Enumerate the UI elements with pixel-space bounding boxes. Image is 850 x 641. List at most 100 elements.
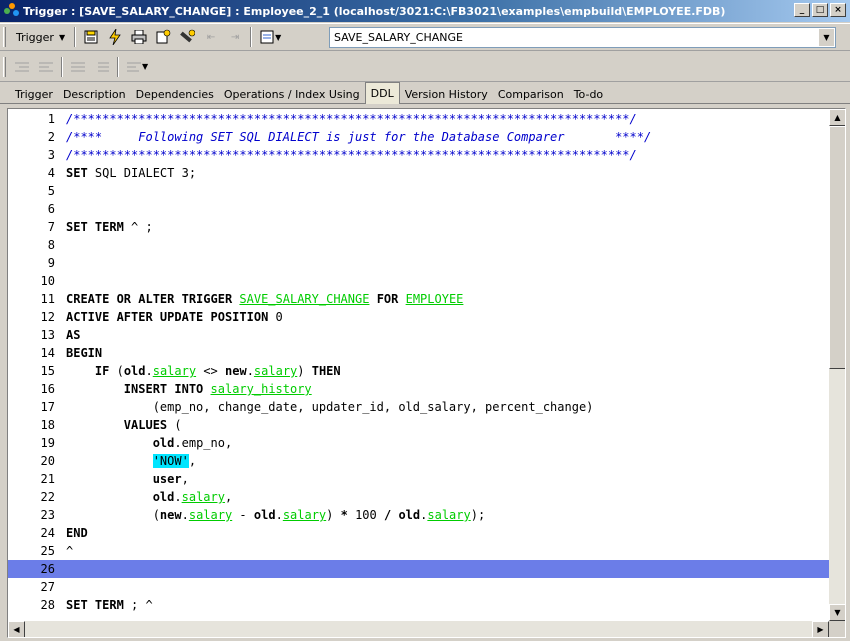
horizontal-scrollbar[interactable]: ◀ ▶: [8, 621, 829, 637]
code-line[interactable]: 14 BEGIN: [8, 344, 829, 362]
save-icon[interactable]: [79, 26, 103, 48]
code-line[interactable]: 19 old.emp_no,: [8, 434, 829, 452]
code-line[interactable]: 12 ACTIVE AFTER UPDATE POSITION 0: [8, 308, 829, 326]
toolbar-grip[interactable]: [3, 27, 6, 47]
keyword-token: BEGIN: [66, 346, 103, 360]
vertical-scroll-thumb[interactable]: [829, 126, 845, 369]
code-text: (new.salary - old.salary) * 100 / old.sa…: [66, 506, 486, 524]
minimize-button[interactable]: _: [794, 3, 810, 17]
tab-version-history[interactable]: Version History: [400, 84, 493, 104]
object-select[interactable]: SAVE_SALARY_CHANGE ▼: [329, 27, 836, 48]
line-number: 7: [47, 220, 55, 234]
tab-description[interactable]: Description: [58, 84, 131, 104]
text-token: ): [297, 364, 312, 378]
scroll-down-icon[interactable]: ▼: [829, 604, 845, 621]
code-line[interactable]: 22 old.salary,: [8, 488, 829, 506]
code-text: user,: [66, 470, 189, 488]
code-line[interactable]: 7 SET TERM ^ ;: [8, 218, 829, 236]
line-number: 28: [40, 598, 55, 612]
code-line[interactable]: 9: [8, 254, 829, 272]
scroll-left-icon[interactable]: ◀: [8, 621, 25, 637]
line-number: 24: [40, 526, 55, 540]
text-token: ,: [188, 454, 197, 468]
keyword-token: old: [398, 508, 421, 522]
code-line[interactable]: 28 SET TERM ; ^: [8, 596, 829, 614]
print-icon[interactable]: [127, 26, 151, 48]
refresh-icon[interactable]: [151, 26, 175, 48]
code-line[interactable]: 17 (emp_no, change_date, updater_id, old…: [8, 398, 829, 416]
tools-icon[interactable]: [175, 26, 199, 48]
code-line[interactable]: 16 INSERT INTO salary_history: [8, 380, 829, 398]
keyword-token: CREATE OR ALTER TRIGGER: [66, 292, 233, 306]
compile-icon[interactable]: [103, 26, 127, 48]
tab-dependencies[interactable]: Dependencies: [131, 84, 219, 104]
indent-right-icon[interactable]: [34, 56, 58, 78]
vertical-scrollbar[interactable]: ▲ ▼: [829, 109, 845, 621]
code-line[interactable]: 24 END: [8, 524, 829, 542]
line-number: 20: [40, 454, 55, 468]
code-line[interactable]: 2 /**** Following SET SQL DIALECT is just…: [8, 128, 829, 146]
code-line[interactable]: 25 ^: [8, 542, 829, 560]
app-icon: [4, 3, 20, 19]
code-line[interactable]: 3 /**************************************…: [8, 146, 829, 164]
code-text: (emp_no, change_date, updater_id, old_sa…: [66, 398, 594, 416]
keyword-token: SET TERM: [66, 220, 124, 234]
tab-to-do[interactable]: To-do: [569, 84, 608, 104]
line-number: 27: [40, 580, 55, 594]
keyword-token: FOR: [376, 292, 399, 306]
text-token: 0: [268, 310, 283, 324]
code-line[interactable]: 4 SET SQL DIALECT 3;: [8, 164, 829, 182]
close-button[interactable]: ×: [830, 3, 846, 17]
secondary-toolbar: ▼: [0, 52, 850, 82]
code-text: old.emp_no,: [66, 434, 232, 452]
ddl-editor[interactable]: 1 /**************************************…: [7, 108, 846, 638]
identifier-token: salary: [152, 364, 197, 378]
code-text: SET TERM ; ^: [66, 596, 153, 614]
comment-token: /***************************************…: [66, 112, 637, 126]
line-number: 18: [40, 418, 55, 432]
line-number: 9: [47, 256, 55, 270]
toolbar-grip[interactable]: [3, 56, 6, 77]
code-line[interactable]: 6: [8, 200, 829, 218]
uncomment-icon[interactable]: [90, 56, 114, 78]
tab-operations-index-using[interactable]: Operations / Index Using: [219, 84, 365, 104]
code-line[interactable]: 8: [8, 236, 829, 254]
code-text: ^: [66, 542, 73, 560]
comment-icon[interactable]: [66, 56, 90, 78]
code-text: 'NOW',: [66, 452, 196, 470]
code-line[interactable]: 23 (new.salary - old.salary) * 100 / old…: [8, 506, 829, 524]
indent-left-icon[interactable]: [10, 56, 34, 78]
code-line[interactable]: 1 /**************************************…: [8, 110, 829, 128]
text-token: ^ ;: [123, 220, 153, 234]
code-line[interactable]: 15 IF (old.salary <> new.salary) THEN: [8, 362, 829, 380]
comment-token: /**** Following SET SQL DIALECT is just …: [66, 130, 652, 144]
trigger-dropdown[interactable]: Trigger ▼: [10, 26, 71, 48]
keyword-token: ACTIVE AFTER UPDATE POSITION: [66, 310, 269, 324]
code-line[interactable]: 5: [8, 182, 829, 200]
code-line[interactable]: 11 CREATE OR ALTER TRIGGER SAVE_SALARY_CH…: [8, 290, 829, 308]
text-token: .emp_no,: [174, 436, 233, 450]
code-line[interactable]: 13 AS: [8, 326, 829, 344]
main-toolbar: Trigger ▼ ⇤ ⇥ ▼ SAVE_SALARY_CHANGE ▼: [0, 23, 850, 51]
chevron-down-icon[interactable]: ▼: [275, 33, 281, 42]
tab-comparison[interactable]: Comparison: [493, 84, 569, 104]
code-line[interactable]: 18 VALUES (: [8, 416, 829, 434]
chevron-down-icon[interactable]: ▼: [142, 62, 148, 71]
code-line[interactable]: 27: [8, 578, 829, 596]
chevron-down-icon[interactable]: ▼: [819, 29, 834, 46]
keyword-token: IF: [94, 364, 110, 378]
maximize-button[interactable]: □: [812, 3, 828, 17]
code-line[interactable]: 10: [8, 272, 829, 290]
code-line[interactable]: 26: [8, 560, 829, 578]
code-line[interactable]: 20 'NOW',: [8, 452, 829, 470]
toolbar-separator: [117, 56, 119, 77]
tab-ddl[interactable]: DDL: [364, 82, 400, 104]
scroll-right-icon[interactable]: ▶: [812, 621, 829, 637]
scroll-up-icon[interactable]: ▲: [829, 109, 845, 126]
code-lines[interactable]: 1 /**************************************…: [8, 109, 829, 621]
prev-icon[interactable]: ⇤: [199, 26, 223, 48]
tab-trigger[interactable]: Trigger: [10, 84, 58, 104]
next-icon[interactable]: ⇥: [223, 26, 247, 48]
code-line[interactable]: 21 user,: [8, 470, 829, 488]
